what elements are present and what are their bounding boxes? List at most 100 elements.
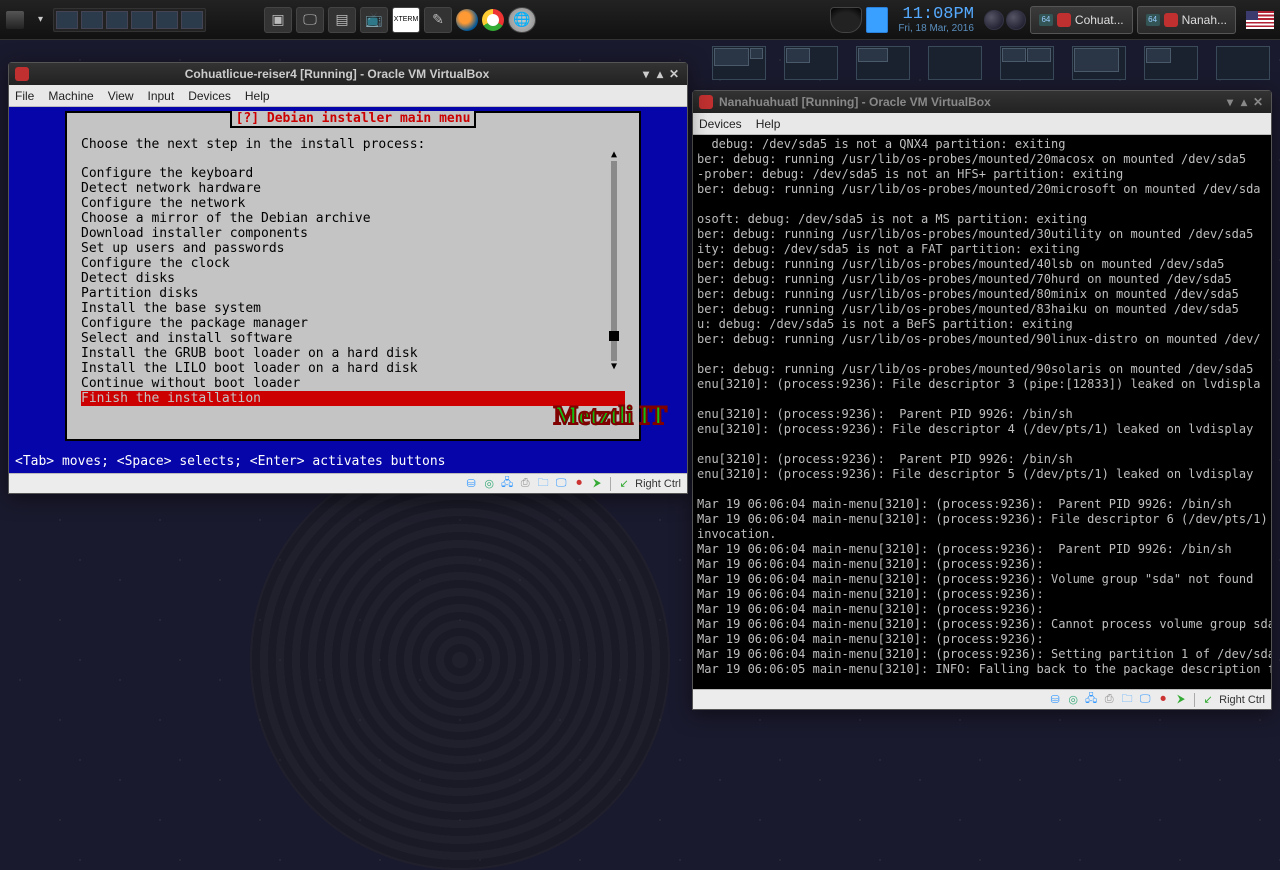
host-key-label: Right Ctrl [1219, 694, 1265, 706]
installer-item[interactable]: Install the GRUB boot loader on a hard d… [81, 346, 625, 361]
globe-icon[interactable]: 🌐 [508, 7, 536, 33]
workspace-pager[interactable] [784, 46, 838, 80]
virtualbox-icon [1164, 13, 1178, 27]
maximize-button[interactable]: ▴ [653, 67, 667, 81]
disk-icon[interactable]: ⛁ [1048, 693, 1062, 707]
recording-icon[interactable]: ⏺ [572, 477, 586, 491]
installer-title: [?] Debian installer main menu [230, 111, 477, 128]
workspace-pager[interactable] [1072, 46, 1126, 80]
menu-help[interactable]: Help [756, 117, 781, 131]
optical-icon[interactable]: ◎ [1066, 693, 1080, 707]
installer-item[interactable]: Download installer components [81, 226, 625, 241]
installer-item[interactable]: Configure the network [81, 196, 625, 211]
workspace-pager[interactable] [1216, 46, 1270, 80]
keyboard-layout-us-icon[interactable] [1246, 11, 1274, 29]
installer-menu-list[interactable]: Configure the keyboardDetect network har… [81, 166, 625, 406]
installer-item[interactable]: Detect disks [81, 271, 625, 286]
menu-file[interactable]: File [15, 89, 34, 103]
window-nanahuahuatl: Nanahuahuatl [Running] - Oracle VM Virtu… [692, 90, 1272, 710]
cpu-gauge-icon[interactable] [830, 7, 862, 33]
installer-prompt: Choose the next step in the install proc… [81, 137, 625, 152]
usb-icon[interactable]: ⎙ [518, 477, 532, 491]
menubar: File Machine View Input Devices Help [9, 85, 687, 107]
workspace-pager[interactable] [1000, 46, 1054, 80]
scroll-down-icon[interactable]: ▼ [610, 363, 618, 371]
debian-installer-panel: [?] Debian installer main menu Choose th… [65, 111, 641, 441]
minimize-button[interactable]: ▾ [1223, 95, 1237, 109]
titlebar[interactable]: Cohuatlicue-reiser4 [Running] - Oracle V… [9, 63, 687, 85]
pager-row [712, 46, 1270, 80]
optical-icon[interactable]: ◎ [482, 477, 496, 491]
virtualbox-icon [699, 95, 713, 109]
workspace-pager[interactable] [712, 46, 766, 80]
virtualbox-icon [1057, 13, 1071, 27]
shared-folder-icon[interactable]: 🗀 [536, 477, 550, 491]
scroll-up-icon[interactable]: ▲ [610, 151, 618, 159]
display-icon[interactable]: 🖵 [1138, 693, 1152, 707]
shared-folder-icon[interactable]: 🗀 [1120, 693, 1134, 707]
monitor-icon[interactable]: 🖵 [296, 7, 324, 33]
installer-item[interactable]: Install the LILO boot loader on a hard d… [81, 361, 625, 376]
workspace-thumbs[interactable] [53, 8, 206, 32]
scrollbar[interactable]: ▲ ▼ [611, 161, 617, 361]
installer-item[interactable]: Continue without boot loader [81, 376, 625, 391]
tray-orbs [984, 10, 1026, 30]
network-icon[interactable]: 🖧 [500, 477, 514, 491]
menu-help[interactable]: Help [245, 89, 270, 103]
installer-item[interactable]: Set up users and passwords [81, 241, 625, 256]
menu-view[interactable]: View [108, 89, 134, 103]
taskbar-task-nanahuahuatl[interactable]: 64 Nanah... [1137, 6, 1236, 34]
window-title: Cohuatlicue-reiser4 [Running] - Oracle V… [35, 67, 639, 81]
menu-devices[interactable]: Devices [188, 89, 231, 103]
chromium-icon[interactable] [482, 9, 504, 31]
firefox-icon[interactable] [456, 9, 478, 31]
installer-item[interactable]: Partition disks [81, 286, 625, 301]
network-icon[interactable]: 🖧 [1084, 693, 1098, 707]
recording-icon[interactable]: ⏺ [1156, 693, 1170, 707]
watermark-text: Metztli IT [554, 408, 667, 423]
xterm-icon[interactable]: XTERM [392, 7, 420, 33]
installer-item[interactable]: Choose a mirror of the Debian archive [81, 211, 625, 226]
menu-devices[interactable]: Devices [699, 117, 742, 131]
mouse-integration-icon[interactable]: ↙ [1201, 693, 1215, 707]
guest-additions-icon[interactable]: ⮞ [1174, 693, 1188, 707]
notes-icon[interactable] [866, 7, 888, 33]
wallpaper-ornament [250, 450, 670, 870]
close-button[interactable]: ✕ [1251, 95, 1265, 109]
vm-guest-display[interactable]: [?] Debian installer main menu Choose th… [9, 107, 687, 473]
installer-item[interactable]: Configure the clock [81, 256, 625, 271]
start-launcher-icon[interactable] [6, 11, 24, 29]
usb-icon[interactable]: ⎙ [1102, 693, 1116, 707]
workspace-pager[interactable] [928, 46, 982, 80]
minimize-button[interactable]: ▾ [639, 67, 653, 81]
workspace-pager[interactable] [856, 46, 910, 80]
taskbar-task-cohuatlicue[interactable]: 64 Cohuat... [1030, 6, 1133, 34]
installer-item[interactable]: Finish the installation [81, 391, 625, 406]
terminal-icon[interactable]: ▣ [264, 7, 292, 33]
editor-icon[interactable]: ✎ [424, 7, 452, 33]
clock[interactable]: 11:08PM Fri, 18 Mar, 2016 [898, 6, 974, 34]
installer-item[interactable]: Select and install software [81, 331, 625, 346]
installer-item[interactable]: Configure the keyboard [81, 166, 625, 181]
files-icon[interactable]: ▤ [328, 7, 356, 33]
installer-item[interactable]: Configure the package manager [81, 316, 625, 331]
titlebar[interactable]: Nanahuahuatl [Running] - Oracle VM Virtu… [693, 91, 1271, 113]
installer-item[interactable]: Detect network hardware [81, 181, 625, 196]
menu-input[interactable]: Input [148, 89, 175, 103]
close-button[interactable]: ✕ [667, 67, 681, 81]
host-key-label: Right Ctrl [635, 478, 681, 490]
mouse-integration-icon[interactable]: ↙ [617, 477, 631, 491]
workspace-pager[interactable] [1144, 46, 1198, 80]
vm-guest-console[interactable]: debug: /dev/sda5 is not a QNX4 partition… [693, 135, 1271, 689]
window-title: Nanahuahuatl [Running] - Oracle VM Virtu… [719, 95, 1223, 109]
chevron-down-icon[interactable]: ▾ [38, 14, 43, 25]
display-icon[interactable]: 🖵 [554, 477, 568, 491]
installer-item[interactable]: Install the base system [81, 301, 625, 316]
tv-icon[interactable]: 📺 [360, 7, 388, 33]
maximize-button[interactable]: ▴ [1237, 95, 1251, 109]
disk-icon[interactable]: ⛁ [464, 477, 478, 491]
window-cohuatlicue: Cohuatlicue-reiser4 [Running] - Oracle V… [8, 62, 688, 494]
scroll-thumb[interactable] [609, 331, 619, 341]
menu-machine[interactable]: Machine [48, 89, 93, 103]
guest-additions-icon[interactable]: ⮞ [590, 477, 604, 491]
